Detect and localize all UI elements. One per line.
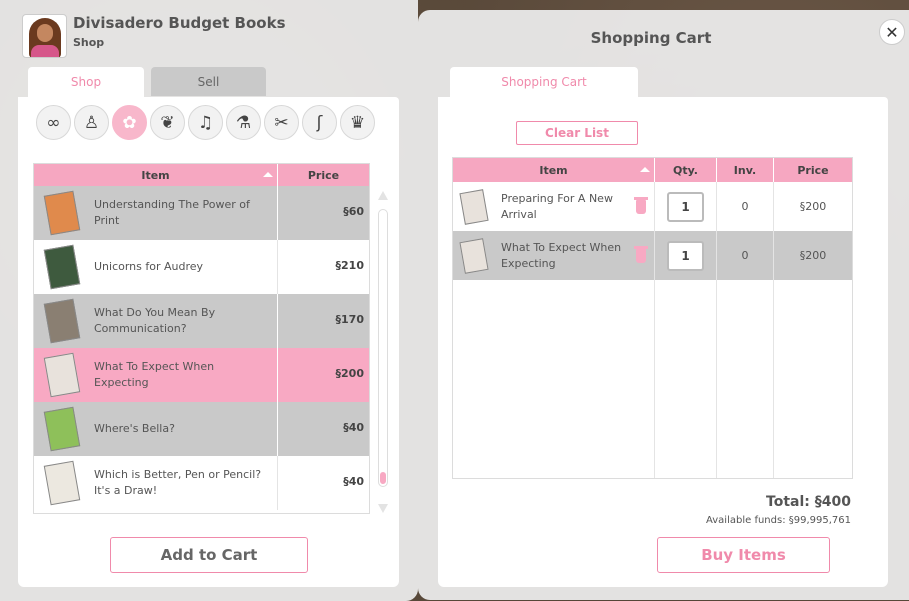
inventory-count: 0 — [717, 182, 774, 231]
book-thumbnail — [43, 406, 81, 452]
item-price: §40 — [343, 475, 364, 488]
clothing-icon[interactable]: ♙ — [74, 105, 109, 140]
item-price: §60 — [343, 205, 364, 218]
quantity-input[interactable] — [667, 191, 704, 222]
buy-items-button[interactable]: Buy Items — [657, 537, 830, 573]
tab-sell[interactable]: Sell — [151, 67, 266, 96]
scroll-thumb[interactable] — [380, 472, 386, 484]
cart-item-name: Preparing For A New Arrival — [501, 191, 613, 221]
cart-item-price: §200 — [799, 200, 827, 213]
item-name: Which is Better, Pen or Pencil? It's a D… — [94, 468, 262, 497]
table-row-selected[interactable]: What To Expect When Expecting §200 — [34, 348, 369, 402]
cart-title: Shopping Cart — [590, 29, 712, 47]
gardening-icon[interactable]: ❦ — [150, 105, 185, 140]
cart-row[interactable]: Preparing For A New Arrival 0 §200 — [453, 182, 852, 231]
column-header-price[interactable]: Price — [278, 164, 369, 186]
cart-table: Item Qty. Inv. Price Preparing For A New… — [452, 157, 853, 479]
item-name: Where's Bella? — [94, 422, 175, 435]
table-header: Item Price — [34, 164, 369, 186]
quantity-input[interactable] — [667, 240, 704, 271]
music-icon[interactable]: ♫ — [188, 105, 223, 140]
item-price: §170 — [335, 313, 364, 326]
add-to-cart-button[interactable]: Add to Cart — [110, 537, 308, 573]
book-thumbnail — [43, 352, 81, 398]
shopkeeper-avatar — [22, 14, 67, 58]
table-row[interactable]: What Do You Mean By Communication? §170 — [34, 294, 369, 348]
shop-title: Divisadero Budget Books — [73, 14, 286, 32]
item-price: §200 — [335, 367, 364, 380]
cart-panel: Shopping Cart ✕ Shopping Cart Clear List… — [418, 10, 909, 600]
table-row[interactable]: Unicorns for Audrey §210 — [34, 240, 369, 294]
inventory-count: 0 — [717, 231, 774, 280]
scroll-track[interactable] — [378, 209, 388, 487]
flowers-icon[interactable]: ✿ — [112, 105, 147, 140]
category-filter-bar: ∞ ♙ ✿ ❦ ♫ ⚗ ✂ ʃ ♛ — [36, 105, 375, 140]
item-price: §40 — [343, 421, 364, 434]
column-header-item[interactable]: Item — [34, 164, 278, 186]
chef-hat-icon[interactable]: ♛ — [340, 105, 375, 140]
shop-content: ∞ ♙ ✿ ❦ ♫ ⚗ ✂ ʃ ♛ Item Price Understandi… — [18, 97, 399, 587]
book-thumbnail — [459, 237, 491, 274]
clear-list-button[interactable]: Clear List — [516, 121, 638, 145]
sort-ascending-icon — [640, 167, 650, 172]
item-name: Understanding The Power of Print — [94, 198, 250, 227]
scroll-up-arrow-icon[interactable] — [378, 191, 388, 200]
shop-subtitle: Shop — [73, 36, 105, 49]
book-thumbnail — [43, 460, 81, 506]
trash-icon[interactable] — [634, 246, 648, 263]
item-name: What To Expect When Expecting — [94, 360, 215, 389]
column-header-qty[interactable]: Qty. — [655, 158, 717, 182]
potion-icon[interactable]: ⚗ — [226, 105, 261, 140]
cart-table-header: Item Qty. Inv. Price — [453, 158, 852, 182]
scroll-down-arrow-icon[interactable] — [378, 504, 388, 513]
column-divider — [654, 182, 655, 478]
table-row[interactable]: Where's Bella? §40 — [34, 402, 369, 456]
item-name: Unicorns for Audrey — [94, 260, 204, 273]
shop-panel: Divisadero Budget Books Shop Shop Sell ∞… — [0, 0, 418, 601]
book-thumbnail — [459, 188, 491, 225]
table-row[interactable]: Understanding The Power of Print §60 — [34, 186, 369, 240]
item-name: What Do You Mean By Communication? — [94, 306, 216, 335]
sort-ascending-icon — [263, 172, 273, 177]
column-divider — [773, 182, 774, 478]
cart-content: Clear List Item Qty. Inv. Price Preparin… — [438, 97, 888, 587]
tab-shop[interactable]: Shop — [28, 67, 144, 97]
cart-item-name: What To Expect When Expecting — [501, 240, 622, 270]
column-header-price[interactable]: Price — [774, 158, 852, 182]
book-thumbnail — [43, 190, 81, 236]
cart-row[interactable]: What To Expect When Expecting 0 §200 — [453, 231, 852, 280]
shop-header: Divisadero Budget Books Shop — [22, 14, 286, 58]
available-funds: Available funds: §99,995,761 — [706, 515, 851, 526]
tools-icon[interactable]: ✂ — [264, 105, 299, 140]
shop-item-table: Item Price Understanding The Power of Pr… — [33, 163, 370, 514]
column-header-item[interactable]: Item — [453, 158, 655, 182]
cart-item-price: §200 — [799, 249, 827, 262]
item-price: §210 — [335, 259, 364, 272]
table-row[interactable]: Which is Better, Pen or Pencil? It's a D… — [34, 456, 369, 510]
column-header-inv[interactable]: Inv. — [717, 158, 774, 182]
tab-shopping-cart[interactable]: Shopping Cart — [450, 67, 638, 97]
infinity-icon[interactable]: ∞ — [36, 105, 71, 140]
column-divider — [716, 182, 717, 478]
fishing-icon[interactable]: ʃ — [302, 105, 337, 140]
book-thumbnail — [43, 244, 81, 290]
close-icon[interactable]: ✕ — [879, 19, 905, 45]
shop-list-scrollbar[interactable] — [376, 191, 390, 513]
book-thumbnail — [43, 298, 81, 344]
trash-icon[interactable] — [634, 197, 648, 214]
cart-total: Total: §400 — [766, 494, 851, 510]
